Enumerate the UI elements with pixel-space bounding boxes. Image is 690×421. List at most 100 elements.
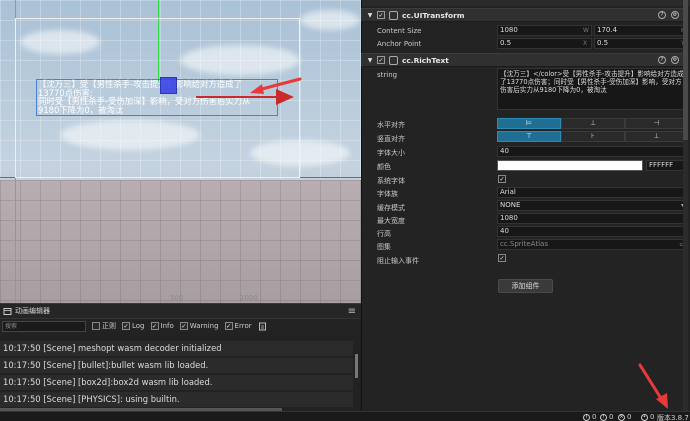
filter-warning[interactable]: ✓ Warning xyxy=(179,322,219,330)
settings-icon[interactable]: ⚙ xyxy=(671,11,679,19)
log-label: Log xyxy=(132,322,145,330)
font-size-label: 字体大小 xyxy=(377,149,405,157)
align-center-button[interactable]: ⊥ xyxy=(561,118,625,129)
component-icon xyxy=(389,10,398,20)
menu-icon[interactable]: ≡ xyxy=(348,306,356,317)
collapse-icon[interactable]: ▼ xyxy=(365,12,375,19)
align-bottom-button[interactable]: ⊥ xyxy=(625,131,688,142)
bell-icon: • xyxy=(641,413,648,421)
atlas-asset-field[interactable]: cc.SpriteAtlas ▭ xyxy=(497,239,688,250)
console-search-input[interactable]: 搜索 xyxy=(2,320,86,332)
version-label: 版本3.8.7 xyxy=(657,414,689,421)
uitransform-header[interactable]: ▼ ✓ cc.UITransform ? ⚙ xyxy=(361,8,683,22)
info-label: Info xyxy=(160,322,174,330)
align-right-button[interactable]: ⊣ xyxy=(625,118,688,129)
filter-log[interactable]: ✓ Log xyxy=(122,322,145,330)
status-notify[interactable]: • 0 xyxy=(641,413,654,421)
film-icon xyxy=(3,307,12,315)
status-bar: i 0 ! 0 × 0 • 0 版本3.8.7 xyxy=(0,411,690,421)
filter-error[interactable]: ✓ Error xyxy=(224,322,252,330)
component-icon xyxy=(389,55,398,65)
x-unit: X xyxy=(583,40,588,47)
info-checkbox[interactable]: ✓ xyxy=(150,322,159,330)
inspector-top-strip xyxy=(362,0,690,6)
status-error[interactable]: × 0 xyxy=(618,413,631,421)
console-panel: 动画编辑器 ≡ 搜索 正则 ✓ Log ✓ Info ✓ Warning ✓ E… xyxy=(0,303,361,411)
block-input-label: 阻止输入事件 xyxy=(377,257,419,265)
richtext-title: cc.RichText xyxy=(402,55,449,65)
annotation-arrow-icon xyxy=(638,363,668,409)
error-count: 0 xyxy=(627,413,632,421)
richtext-header[interactable]: ▼ ✓ cc.RichText ? ⚙ xyxy=(361,53,683,67)
warning-icon: ! xyxy=(600,413,607,421)
color-hex-input[interactable]: FFFFFF xyxy=(646,160,688,171)
string-label: string xyxy=(377,71,398,79)
regex-label: 正则 xyxy=(102,322,116,330)
system-font-checkbox[interactable]: ✓ xyxy=(498,175,506,183)
list-item[interactable]: 10:17:50 [Scene] meshopt wasm decoder in… xyxy=(0,341,353,356)
warning-checkbox[interactable]: ✓ xyxy=(179,322,188,330)
console-toolbar: 搜索 正则 ✓ Log ✓ Info ✓ Warning ✓ Error xyxy=(0,319,361,333)
line-height-input[interactable]: 40 xyxy=(497,226,688,237)
info-count: 0 xyxy=(592,413,597,421)
anchor-point-label: Anchor Point xyxy=(377,40,422,48)
font-family-label: 字体族 xyxy=(377,190,398,198)
uitransform-enable-checkbox[interactable]: ✓ xyxy=(377,11,385,19)
list-item[interactable]: 10:17:50 [Scene] [PHYSICS]: using builti… xyxy=(0,392,353,407)
cache-mode-label: 缓存模式 xyxy=(377,204,405,212)
ground-grid xyxy=(0,180,361,303)
scene-view[interactable]: 【沈万三】受【男性杀手-攻击提升】影响给对方造成了 13770点伤害; 同时受【… xyxy=(0,0,361,303)
align-top-button[interactable]: ⊤ xyxy=(497,131,561,142)
clear-icon[interactable] xyxy=(258,322,267,331)
block-input-checkbox[interactable]: ✓ xyxy=(498,254,506,262)
content-height-input[interactable]: 170.4 xyxy=(594,25,688,36)
width-unit: W xyxy=(583,27,589,34)
content-width-input[interactable]: 1080 xyxy=(497,25,592,36)
inspector-scroll-thumb[interactable] xyxy=(683,0,688,140)
status-warning[interactable]: ! 0 xyxy=(600,413,613,421)
error-label: Error xyxy=(234,322,252,330)
help-icon[interactable]: ? xyxy=(658,11,666,19)
color-label: 颜色 xyxy=(377,163,391,171)
richtext-enable-checkbox[interactable]: ✓ xyxy=(377,56,385,64)
component-actions: ? ⚙ xyxy=(658,11,679,19)
filter-regex[interactable]: 正则 xyxy=(92,321,116,331)
scene-scale-label: 1000 xyxy=(240,294,258,302)
align-middle-button[interactable]: ⊦ xyxy=(561,131,625,142)
cache-mode-select[interactable]: NONE ▾ xyxy=(497,200,688,211)
info-icon: i xyxy=(583,413,590,421)
move-gizmo-handle[interactable] xyxy=(160,77,177,94)
list-item[interactable]: 10:17:50 [Scene] [box2d]:box2d wasm lib … xyxy=(0,375,353,390)
tab-animation-editor[interactable]: 动画编辑器 xyxy=(15,306,50,316)
cache-mode-value: NONE xyxy=(500,201,521,209)
help-icon[interactable]: ? xyxy=(658,56,666,64)
h-align-label: 水平对齐 xyxy=(377,121,405,129)
anchor-y-input[interactable]: 0.5 xyxy=(594,38,688,49)
settings-icon[interactable]: ⚙ xyxy=(671,56,679,64)
anchor-x-input[interactable]: 0.5 xyxy=(497,38,592,49)
console-scrollbar[interactable] xyxy=(355,354,358,378)
add-component-button[interactable]: 添加组件 xyxy=(498,279,553,293)
system-font-label: 系统字体 xyxy=(377,177,405,185)
scene-scale-label: 500 xyxy=(170,294,184,302)
uitransform-title: cc.UITransform xyxy=(402,10,465,20)
collapse-icon[interactable]: ▼ xyxy=(365,57,375,64)
string-textarea[interactable]: 【沈万三】</color>受【男性杀手-攻击提升】影响给对方造成了13770点伤… xyxy=(497,68,688,110)
log-checkbox[interactable]: ✓ xyxy=(122,322,130,330)
status-info[interactable]: i 0 xyxy=(583,413,596,421)
list-item[interactable]: 10:17:50 [Scene] [bullet]:bullet wasm li… xyxy=(0,358,353,373)
max-width-label: 最大宽度 xyxy=(377,217,405,225)
v-align-label: 竖直对齐 xyxy=(377,135,405,143)
error-checkbox[interactable]: ✓ xyxy=(224,322,233,330)
filter-info[interactable]: ✓ Info xyxy=(150,322,174,330)
x-move-gizmo-line[interactable] xyxy=(196,96,278,98)
color-swatch[interactable] xyxy=(497,160,643,171)
content-size-label: Content Size xyxy=(377,27,422,35)
max-width-input[interactable]: 1080 xyxy=(497,213,688,224)
regex-checkbox[interactable] xyxy=(92,322,100,330)
align-left-button[interactable]: ⊨ xyxy=(497,118,561,129)
inspector-scrollbar[interactable] xyxy=(683,0,688,411)
line-height-label: 行高 xyxy=(377,230,391,238)
font-family-input[interactable]: Arial xyxy=(497,187,688,198)
font-size-input[interactable]: 40 xyxy=(497,146,688,157)
